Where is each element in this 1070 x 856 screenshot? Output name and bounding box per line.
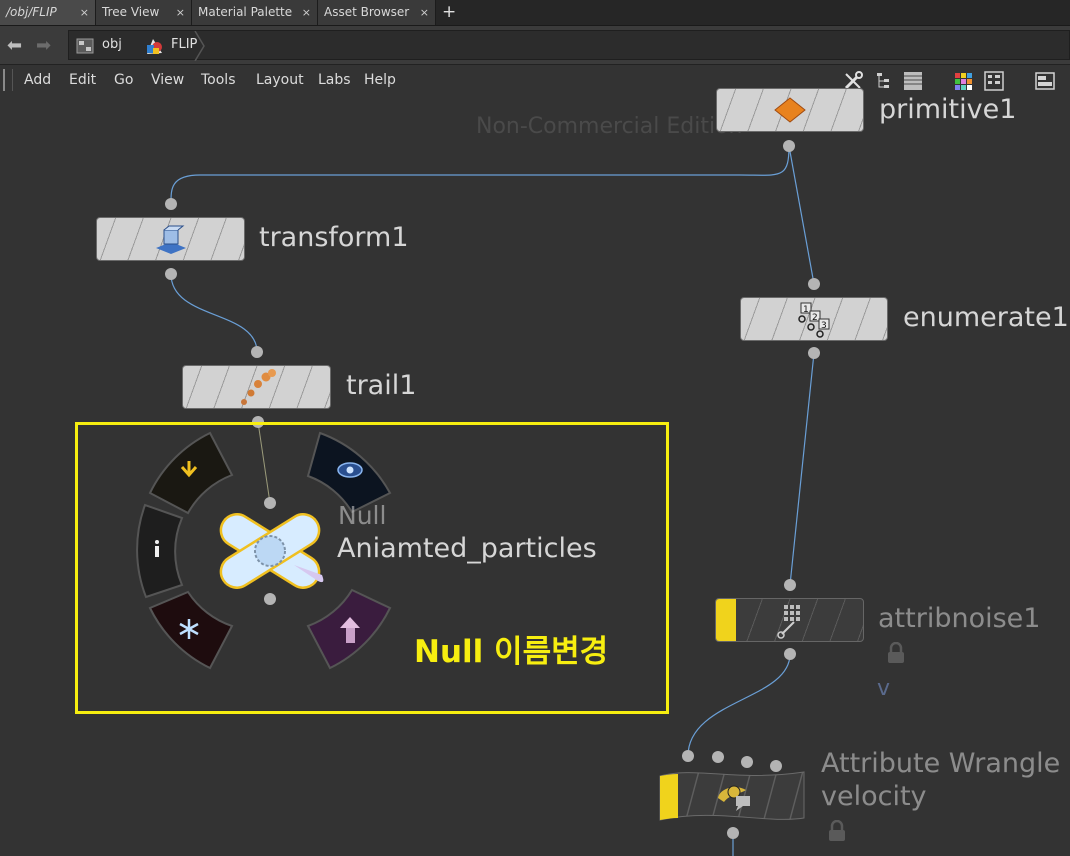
node-trail1[interactable] <box>182 365 331 409</box>
wire-primitive-enumerate <box>788 145 815 285</box>
output-connector[interactable] <box>808 347 820 359</box>
node-primitive1[interactable] <box>716 88 864 132</box>
svg-text:3: 3 <box>821 321 827 331</box>
diamond-icon <box>774 97 806 123</box>
output-connector[interactable] <box>784 648 796 660</box>
bypass-flag[interactable] <box>716 599 736 641</box>
svg-text:2: 2 <box>812 313 818 323</box>
noise-grid-icon <box>777 605 800 639</box>
output-connector[interactable] <box>727 827 739 839</box>
input-connector[interactable] <box>808 278 820 290</box>
wire-attribnoise-wrangle <box>687 653 791 757</box>
node-enumerate1[interactable]: 1 2 3 <box>740 297 888 341</box>
node-label-enumerate1[interactable]: enumerate1 <box>903 302 1069 333</box>
wire-transform-trail <box>170 273 258 353</box>
wire-primitive-transform <box>170 145 790 205</box>
wire-enumerate-attribnoise <box>789 352 815 586</box>
input-connector[interactable] <box>165 198 177 210</box>
lock-icon[interactable] <box>886 642 906 664</box>
numbered-points-icon: 1 2 3 <box>798 302 830 338</box>
node-label-velocity[interactable]: velocity <box>821 780 927 814</box>
transform-icon <box>156 225 186 254</box>
node-label-trail1[interactable]: trail1 <box>346 370 416 401</box>
input-connector[interactable] <box>682 750 694 762</box>
node-label-transform1[interactable]: transform1 <box>259 222 409 253</box>
node-attribute-wrangle-velocity[interactable] <box>656 768 808 824</box>
lock-icon[interactable] <box>827 820 847 842</box>
input-connector[interactable] <box>251 346 263 358</box>
node-label-attribnoise1[interactable]: attribnoise1 <box>878 603 1040 634</box>
node-label-primitive1[interactable]: primitive1 <box>879 94 1016 125</box>
input-connector[interactable] <box>712 751 724 763</box>
input-connector[interactable] <box>741 756 753 768</box>
output-connector[interactable] <box>783 140 795 152</box>
input-connector[interactable] <box>784 579 796 591</box>
node-attribnoise1[interactable] <box>715 598 864 642</box>
node-sublabel-attribnoise1: v <box>877 676 891 701</box>
output-connector[interactable] <box>165 268 177 280</box>
node-transform1[interactable] <box>96 217 245 261</box>
svg-text:1: 1 <box>803 305 809 315</box>
annotation-text: Null 이름변경 <box>414 634 609 670</box>
node-type-wrangle[interactable]: Attribute Wrangle <box>821 747 1060 781</box>
trail-dots-icon <box>241 369 276 405</box>
